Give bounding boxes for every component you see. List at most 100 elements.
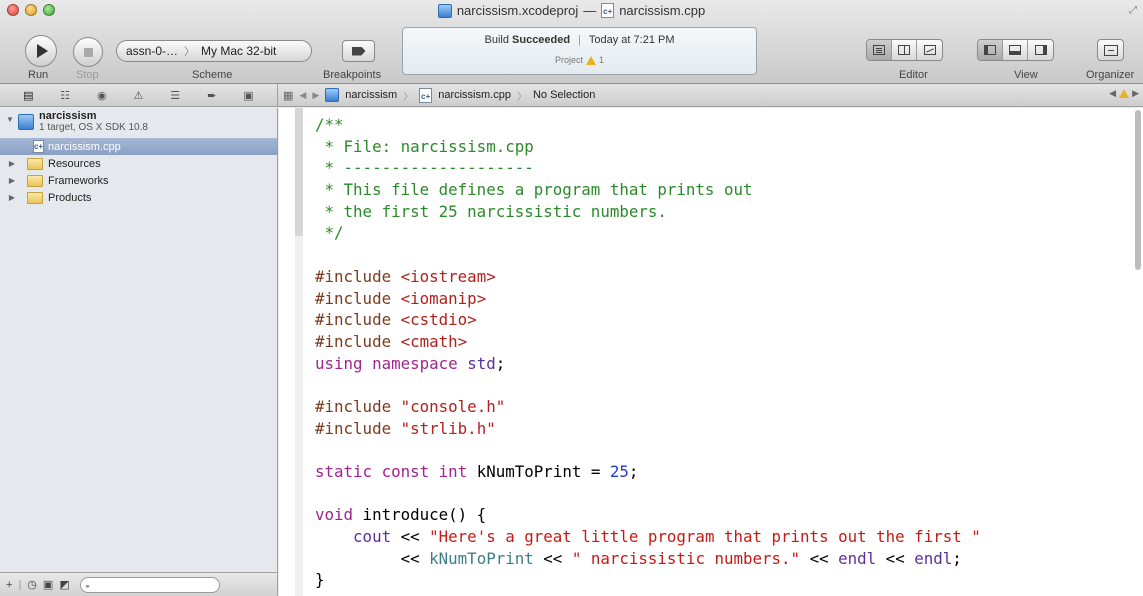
- navigator-item-folder[interactable]: ▶ Resources: [0, 155, 277, 172]
- warning-icon: [586, 55, 596, 65]
- navigator-item-folder[interactable]: ▶ Frameworks: [0, 172, 277, 189]
- breakpoint-navigator-icon[interactable]: ➨: [205, 89, 219, 102]
- breakpoint-icon: [351, 46, 366, 56]
- unsaved-filter-icon[interactable]: ◩: [59, 578, 69, 591]
- project-row[interactable]: ▼ narcissism 1 target, OS X SDK 10.8: [0, 108, 277, 138]
- organizer-control: [1097, 39, 1124, 61]
- forward-arrow-icon[interactable]: ▶: [312, 90, 319, 101]
- issue-navigator-icon[interactable]: ⚠: [131, 89, 145, 102]
- toggle-utilities-button[interactable]: [1028, 40, 1053, 60]
- view-label: View: [1014, 69, 1038, 81]
- code-text[interactable]: /** * File: narcissism.cpp * -----------…: [315, 114, 981, 591]
- related-items-icon[interactable]: ▦: [283, 89, 293, 102]
- code-line[interactable]: */: [315, 222, 981, 244]
- warning-icon: [1119, 89, 1130, 98]
- cpp-file-icon: c+: [33, 140, 44, 153]
- organizer-label: Organizer: [1086, 69, 1135, 81]
- navigator-item-label: Frameworks: [48, 174, 109, 187]
- next-issue-icon[interactable]: ▶: [1132, 88, 1139, 99]
- build-status-time: Today at 7:21 PM: [588, 34, 675, 46]
- code-line[interactable]: static const int kNumToPrint = 25;: [315, 461, 981, 483]
- disclosure-closed-icon[interactable]: ▶: [6, 159, 18, 168]
- filter-input[interactable]: ◒: [79, 576, 220, 593]
- scheme-popup[interactable]: assn-0-… 〉 My Mac 32-bit: [116, 40, 312, 62]
- standard-editor-button[interactable]: [867, 40, 892, 60]
- code-line[interactable]: * File: narcissism.cpp: [315, 136, 981, 158]
- jumpbar-symbol[interactable]: No Selection: [533, 89, 595, 101]
- code-line[interactable]: ​: [315, 483, 981, 505]
- navigator-selector: ▤ ☷ ◉ ⚠ ☰ ➨ ▣: [0, 84, 278, 106]
- code-line[interactable]: using namespace std;: [315, 353, 981, 375]
- folder-icon: [27, 191, 43, 204]
- organizer-button[interactable]: [1098, 40, 1123, 60]
- code-line[interactable]: #include <iostream>: [315, 266, 981, 288]
- toggle-debug-area-button[interactable]: [1003, 40, 1028, 60]
- breakpoints-button[interactable]: [342, 40, 375, 62]
- assistant-editor-button[interactable]: [892, 40, 917, 60]
- toggle-navigator-button[interactable]: [978, 40, 1003, 60]
- add-icon[interactable]: +: [6, 579, 12, 591]
- xcodeproj-icon: [325, 88, 340, 102]
- code-line[interactable]: ​: [315, 439, 981, 461]
- folder-icon: [27, 157, 43, 170]
- code-line[interactable]: void introduce() {: [315, 504, 981, 526]
- disclosure-closed-icon[interactable]: ▶: [6, 193, 18, 202]
- navigator-item-label: Resources: [48, 157, 101, 170]
- build-status-result: Succeeded: [512, 34, 571, 46]
- log-navigator-icon[interactable]: ▣: [242, 89, 256, 102]
- cpp-file-icon: c+: [601, 3, 615, 18]
- project-navigator-icon[interactable]: ▤: [21, 89, 35, 102]
- window-title: narcissism.xcodeproj — c+ narcissism.cpp: [0, 3, 1143, 18]
- stop-button[interactable]: [73, 37, 103, 67]
- code-line[interactable]: #include <cmath>: [315, 331, 981, 353]
- code-line[interactable]: * --------------------: [315, 157, 981, 179]
- editor-label: Editor: [899, 69, 928, 81]
- standard-editor-icon: [873, 45, 885, 55]
- source-control-filter-icon[interactable]: ▣: [43, 578, 53, 591]
- code-line[interactable]: cout << "Here's a great little program t…: [315, 526, 981, 548]
- code-line[interactable]: /**: [315, 114, 981, 136]
- back-arrow-icon[interactable]: ◀: [299, 90, 306, 101]
- code-line[interactable]: #include <cstdio>: [315, 309, 981, 331]
- build-status-prefix: Build: [484, 34, 509, 46]
- recent-files-icon[interactable]: ◷: [27, 578, 37, 591]
- code-line[interactable]: #include <iomanip>: [315, 288, 981, 310]
- code-line[interactable]: * This file defines a program that print…: [315, 179, 981, 201]
- disclosure-closed-icon[interactable]: ▶: [6, 176, 18, 185]
- xcodeproj-icon: [18, 114, 34, 130]
- activity-viewer[interactable]: Build Succeeded | Today at 7:21 PM Proje…: [402, 27, 757, 75]
- code-line[interactable]: ​: [315, 374, 981, 396]
- source-editor[interactable]: /** * File: narcissism.cpp * -----------…: [279, 108, 1143, 596]
- search-navigator-icon[interactable]: ◉: [95, 89, 109, 102]
- code-line[interactable]: #include "strlib.h": [315, 418, 981, 440]
- stop-icon: [83, 47, 93, 57]
- code-folding-ribbon[interactable]: [295, 108, 303, 596]
- scheme-target: assn-0-…: [126, 44, 179, 58]
- issue-summary[interactable]: Project 1: [403, 55, 756, 65]
- issue-stepper[interactable]: ◀ ▶: [1109, 88, 1139, 99]
- chevron-right-icon: 〉: [516, 91, 527, 103]
- jumpbar-file[interactable]: narcissism.cpp: [438, 89, 511, 101]
- navigator-item-label: Products: [48, 191, 92, 204]
- utilities-pane-icon: [1034, 45, 1047, 55]
- disclosure-open-icon[interactable]: ▼: [4, 115, 16, 124]
- fullscreen-icon[interactable]: ⤢: [1129, 5, 1137, 16]
- code-line[interactable]: ​: [315, 244, 981, 266]
- run-button[interactable]: [25, 35, 57, 67]
- code-line[interactable]: #include "console.h": [315, 396, 981, 418]
- navigator-filter-bar: + | ◷ ▣ ◩ ◒: [0, 572, 278, 596]
- code-line[interactable]: * the first 25 narcissistic numbers.: [315, 201, 981, 223]
- version-editor-button[interactable]: [917, 40, 942, 60]
- run-label: Run: [28, 69, 49, 81]
- navigator-item-file[interactable]: c+ narcissism.cpp: [0, 138, 277, 155]
- navigator-item-folder[interactable]: ▶ Products: [0, 189, 277, 206]
- debug-navigator-icon[interactable]: ☰: [168, 89, 182, 102]
- jumpbar-project[interactable]: narcissism: [345, 89, 397, 101]
- code-line[interactable]: }: [315, 569, 981, 591]
- previous-issue-icon[interactable]: ◀: [1109, 88, 1116, 99]
- symbol-navigator-icon[interactable]: ☷: [58, 89, 72, 102]
- editor-scrollbar[interactable]: [1135, 110, 1141, 270]
- assistant-editor-icon: [898, 45, 910, 55]
- breakpoints-label: Breakpoints: [323, 69, 382, 81]
- code-line[interactable]: << kNumToPrint << " narcissistic numbers…: [315, 548, 981, 570]
